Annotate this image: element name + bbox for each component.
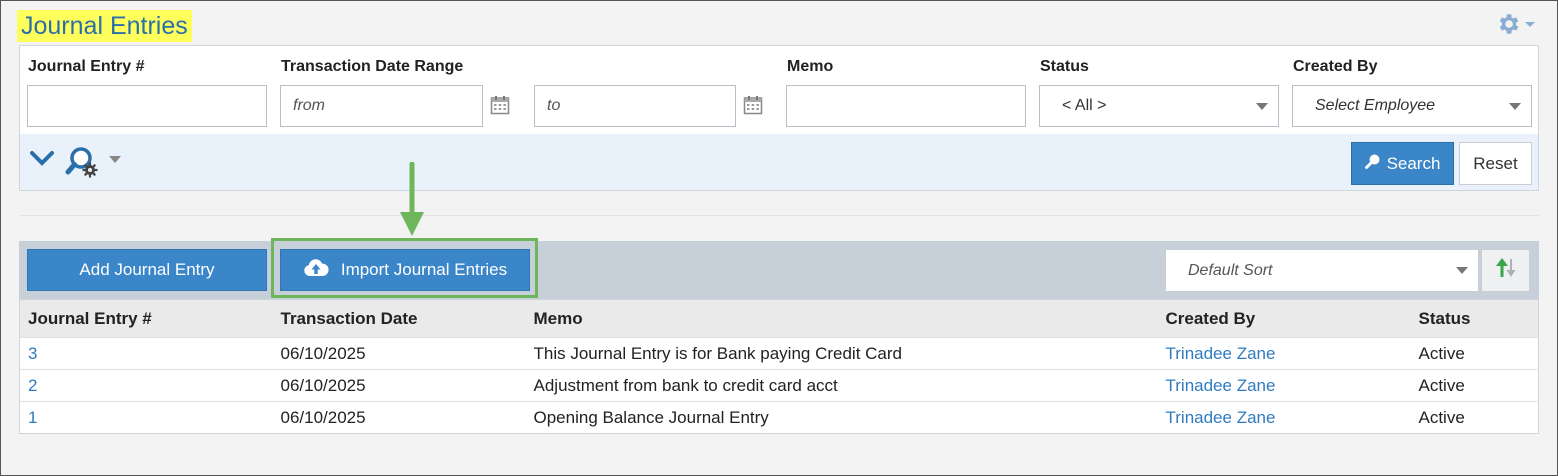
column-header[interactable]: Status xyxy=(1410,299,1539,338)
cell-created-by[interactable]: Trinadee Zane xyxy=(1157,401,1411,434)
date-to-input[interactable] xyxy=(534,85,736,127)
employee-link[interactable]: Trinadee Zane xyxy=(1166,408,1276,427)
column-header[interactable]: Created By xyxy=(1157,299,1411,338)
table-row: 3 06/10/2025 This Journal Entry is for B… xyxy=(19,337,1539,370)
entry-link[interactable]: 1 xyxy=(28,408,37,427)
chevron-down-icon[interactable] xyxy=(29,150,55,173)
annotation-arrow-icon xyxy=(398,161,426,243)
section-divider xyxy=(19,215,1539,216)
search-button[interactable]: Search xyxy=(1351,142,1454,185)
settings-menu[interactable] xyxy=(1495,11,1539,37)
employee-link[interactable]: Trinadee Zane xyxy=(1166,344,1276,363)
reset-button[interactable]: Reset xyxy=(1459,142,1532,185)
dropdown-arrow-icon xyxy=(1456,267,1468,274)
cell-date: 06/10/2025 xyxy=(272,337,526,370)
sort-select-value: Default Sort xyxy=(1188,262,1273,279)
created-by-select-value: Select Employee xyxy=(1315,97,1436,114)
memo-label: Memo xyxy=(787,58,834,75)
cell-status: Active xyxy=(1410,401,1539,434)
cell-id[interactable]: 1 xyxy=(19,401,273,434)
filter-toolbar: Search Reset xyxy=(20,134,1538,190)
journal-entries-table: Journal Entry # Transaction Date Memo Cr… xyxy=(19,299,1539,434)
cell-memo: Opening Balance Journal Entry xyxy=(525,401,1158,434)
search-settings-icon[interactable] xyxy=(65,146,101,183)
dropdown-arrow-icon xyxy=(1509,103,1521,110)
sort-direction-icon xyxy=(1494,257,1518,284)
transaction-date-range-label: Transaction Date Range xyxy=(281,58,464,75)
calendar-icon[interactable] xyxy=(743,95,763,115)
entry-link[interactable]: 3 xyxy=(28,344,37,363)
cell-date: 06/10/2025 xyxy=(272,369,526,402)
sort-select[interactable]: Default Sort xyxy=(1165,249,1479,292)
filter-panel: Journal Entry # Transaction Date Range M… xyxy=(19,45,1539,191)
table-header-row: Journal Entry # Transaction Date Memo Cr… xyxy=(19,299,1539,338)
journal-entry-no-label: Journal Entry # xyxy=(28,58,145,75)
gear-icon[interactable] xyxy=(1495,11,1521,37)
search-button-label: Search xyxy=(1386,153,1441,173)
created-by-label: Created By xyxy=(1293,58,1378,75)
magnifier-icon xyxy=(1364,153,1381,174)
status-select[interactable]: < All > xyxy=(1039,85,1279,127)
cell-memo: This Journal Entry is for Bank paying Cr… xyxy=(525,337,1158,370)
cell-id[interactable]: 3 xyxy=(19,337,273,370)
memo-input[interactable] xyxy=(786,85,1026,127)
cell-created-by[interactable]: Trinadee Zane xyxy=(1157,337,1411,370)
import-button-label: Import Journal Entries xyxy=(340,260,508,279)
cell-date: 06/10/2025 xyxy=(272,401,526,434)
import-journal-entries-button[interactable]: Import Journal Entries xyxy=(280,249,530,291)
column-header[interactable]: Journal Entry # xyxy=(19,299,273,338)
column-header[interactable]: Memo xyxy=(525,299,1158,338)
entry-link[interactable]: 2 xyxy=(28,376,37,395)
results-action-bar: Add Journal Entry Import Journal Entries… xyxy=(19,238,1539,299)
status-label: Status xyxy=(1040,58,1089,75)
cell-status: Active xyxy=(1410,369,1539,402)
cell-id[interactable]: 2 xyxy=(19,369,273,402)
cell-status: Active xyxy=(1410,337,1539,370)
sort-direction-button[interactable] xyxy=(1481,249,1530,292)
cell-memo: Adjustment from bank to credit card acct xyxy=(525,369,1158,402)
table-row: 1 06/10/2025 Opening Balance Journal Ent… xyxy=(19,401,1539,434)
employee-link[interactable]: Trinadee Zane xyxy=(1166,376,1276,395)
table-row: 2 06/10/2025 Adjustment from bank to cre… xyxy=(19,369,1539,402)
search-settings-caret-icon[interactable] xyxy=(109,156,121,163)
column-header[interactable]: Transaction Date xyxy=(272,299,526,338)
calendar-icon[interactable] xyxy=(490,95,510,115)
cloud-upload-icon xyxy=(303,258,329,283)
date-from-input[interactable] xyxy=(280,85,483,127)
created-by-select[interactable]: Select Employee xyxy=(1292,85,1532,127)
page-title: Journal Entries xyxy=(17,10,192,42)
journal-entry-no-input[interactable] xyxy=(27,85,267,127)
add-journal-entry-button[interactable]: Add Journal Entry xyxy=(27,249,267,291)
status-select-value: < All > xyxy=(1062,97,1107,114)
cell-created-by[interactable]: Trinadee Zane xyxy=(1157,369,1411,402)
settings-caret-icon[interactable] xyxy=(1525,21,1535,27)
dropdown-arrow-icon xyxy=(1256,103,1268,110)
